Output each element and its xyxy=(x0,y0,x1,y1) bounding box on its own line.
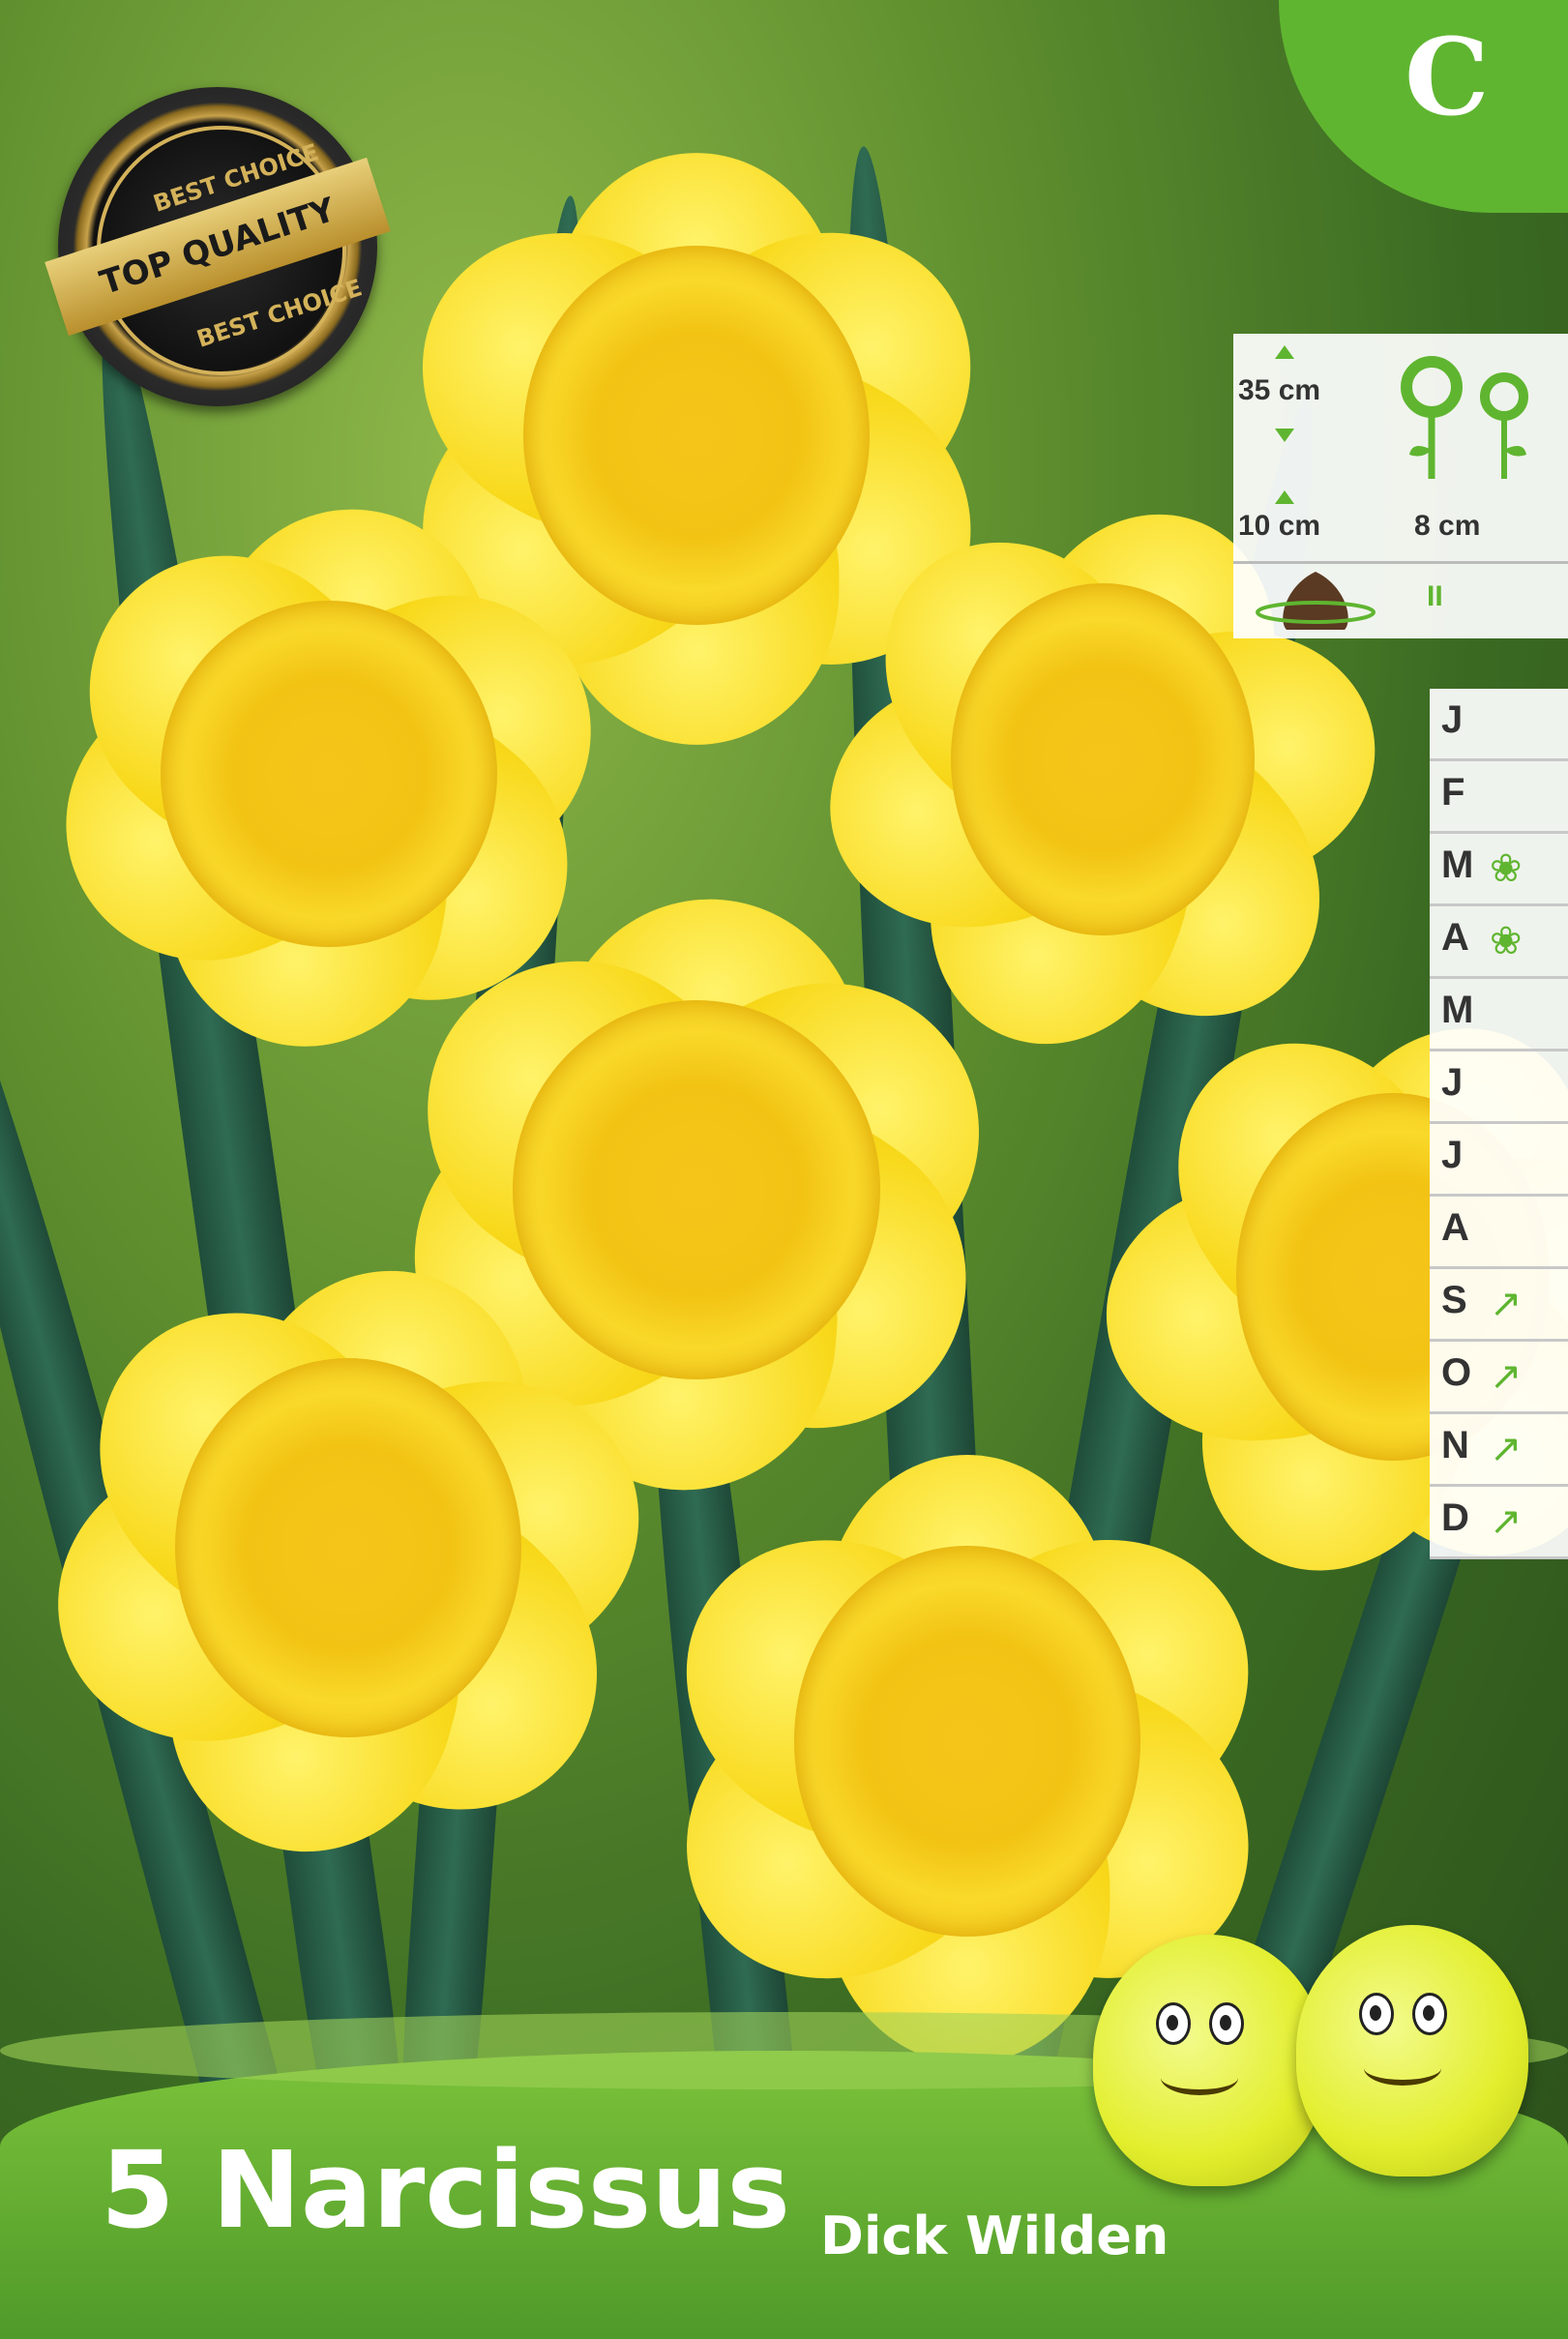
bulb-mascot xyxy=(1093,1935,1325,2186)
month-row: J xyxy=(1430,1124,1568,1197)
month-letter: J xyxy=(1441,698,1464,741)
category-letter: C xyxy=(1405,15,1490,139)
month-row: S ↗ xyxy=(1430,1269,1568,1342)
month-row: J xyxy=(1430,689,1568,761)
month-letter: O xyxy=(1441,1351,1472,1394)
flowering-calendar: J F M ❀ A ❀ M J J A S ↗ O ↗ N ↗ D ↗ xyxy=(1430,689,1568,1559)
month-letter: F xyxy=(1441,771,1465,814)
bulb-rotation-icon xyxy=(1256,572,1376,630)
planting-info-panel: 35 cm 10 cm 8 cm II xyxy=(1233,334,1568,638)
month-row: A xyxy=(1430,1197,1568,1269)
spacing-label: 8 cm xyxy=(1414,510,1481,542)
trowel-icon: ↗ xyxy=(1490,1499,1523,1544)
depth-label: 10 cm xyxy=(1238,510,1321,542)
month-row: O ↗ xyxy=(1430,1342,1568,1414)
month-letter: A xyxy=(1441,916,1469,959)
product-variety: Dick Wilden xyxy=(820,2206,1169,2266)
month-letter: A xyxy=(1441,1206,1469,1249)
category-badge: C xyxy=(1279,0,1568,213)
quality-seal: BEST CHOICE TOP QUALITY BEST CHOICE xyxy=(44,87,391,406)
height-label: 35 cm xyxy=(1238,374,1321,406)
month-row: J xyxy=(1430,1051,1568,1124)
month-row: M xyxy=(1430,979,1568,1051)
bulb-marker: II xyxy=(1427,580,1443,612)
plant-spacing-icon xyxy=(1401,356,1528,479)
month-letter: J xyxy=(1441,1134,1464,1176)
flower-icon: ❀ xyxy=(1490,919,1523,963)
month-row: F xyxy=(1430,761,1568,834)
trowel-icon: ↗ xyxy=(1490,1282,1523,1326)
bulb-mascot xyxy=(1296,1925,1528,2176)
month-row: A ❀ xyxy=(1430,906,1568,979)
month-letter: M xyxy=(1441,989,1474,1031)
product-title: 5 Narcissus xyxy=(101,2128,791,2252)
month-letter: D xyxy=(1441,1496,1469,1539)
month-letter: J xyxy=(1441,1061,1464,1104)
month-row: M ❀ xyxy=(1430,834,1568,906)
trowel-icon: ↗ xyxy=(1490,1427,1523,1471)
month-row: N ↗ xyxy=(1430,1414,1568,1487)
product-card: C BEST CHOICE TOP QUALITY BEST CHOICE 35… xyxy=(0,0,1568,2339)
daffodil-flower xyxy=(25,1209,671,1886)
month-letter: S xyxy=(1441,1279,1467,1321)
trowel-icon: ↗ xyxy=(1490,1354,1523,1399)
flower-icon: ❀ xyxy=(1490,846,1523,891)
month-letter: N xyxy=(1441,1424,1469,1466)
month-row: D ↗ xyxy=(1430,1487,1568,1559)
month-letter: M xyxy=(1441,844,1474,886)
